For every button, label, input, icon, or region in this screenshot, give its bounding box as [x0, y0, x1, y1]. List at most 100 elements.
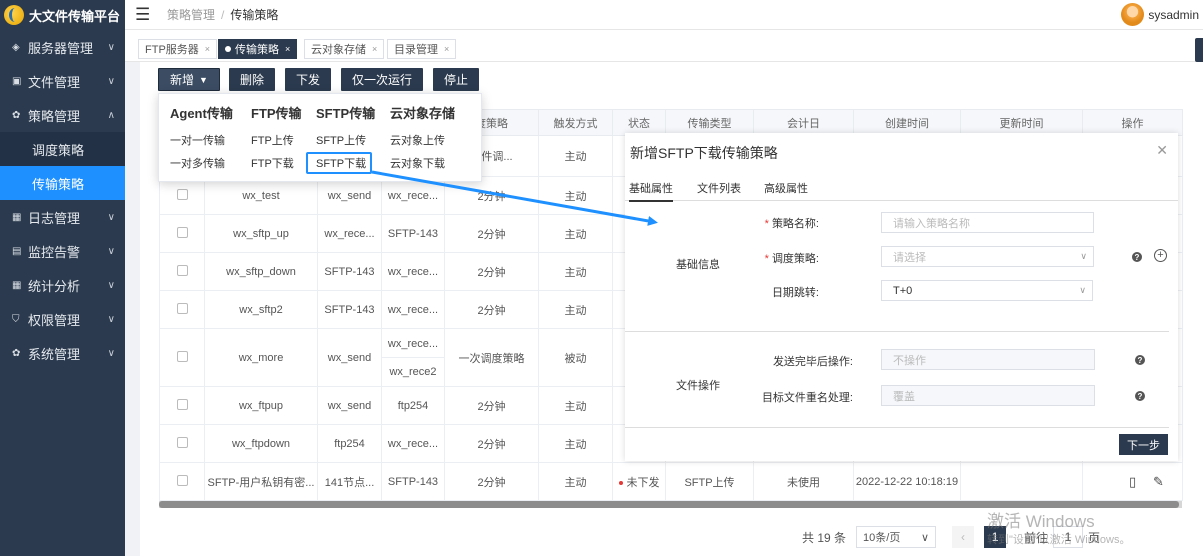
row-select[interactable]: [159, 386, 205, 425]
dropdown-column-title: FTP传输: [251, 106, 302, 121]
close-icon[interactable]: ✕: [1156, 142, 1168, 159]
sidebar-item-logs[interactable]: ▦ 日志管理 ∨: [0, 200, 125, 234]
help-icon[interactable]: ?: [1135, 355, 1145, 365]
menu-item-ftp-upload[interactable]: FTP上传: [251, 132, 294, 148]
breadcrumb-item[interactable]: 策略管理: [167, 8, 215, 22]
row-checkbox[interactable]: [176, 474, 188, 486]
next-step-button[interactable]: 下一步: [1119, 434, 1168, 455]
sidebar-item-permission[interactable]: ⛉ 权限管理 ∨: [0, 302, 125, 336]
cell: wx_send: [317, 176, 382, 215]
row-checkbox[interactable]: [176, 436, 188, 448]
horizontal-scrollbar[interactable]: [159, 501, 1182, 508]
tab-advanced-properties[interactable]: 高级属性: [764, 180, 808, 196]
delete-button[interactable]: 删除: [228, 68, 275, 91]
close-icon[interactable]: ×: [285, 44, 290, 54]
chevron-down-icon: ∨: [1080, 251, 1087, 261]
row-checkbox[interactable]: [176, 188, 188, 200]
detail-icon[interactable]: ▯: [1129, 474, 1136, 490]
cell: 被动: [538, 328, 613, 387]
hamburger-icon[interactable]: ☰: [135, 6, 151, 23]
new-button[interactable]: 新增 ▼: [158, 68, 220, 91]
close-icon[interactable]: ×: [444, 44, 449, 54]
side-handle[interactable]: [1195, 38, 1203, 62]
row-select[interactable]: [159, 462, 205, 501]
tab-basic-properties[interactable]: 基础属性: [629, 180, 673, 202]
menu-item-one-to-one[interactable]: 一对一传输: [170, 132, 225, 148]
row-select[interactable]: [159, 252, 205, 291]
schedule-policy-label: * 调度策略:: [689, 250, 819, 266]
required-mark: *: [764, 253, 769, 265]
add-icon[interactable]: +: [1154, 249, 1167, 262]
menu-item-cloud-upload[interactable]: 云对象上传: [390, 132, 445, 148]
row-select[interactable]: [159, 424, 205, 463]
menu-item-ftp-download[interactable]: FTP下载: [251, 155, 294, 171]
logo-icon: [4, 5, 24, 25]
row-select[interactable]: [159, 176, 205, 215]
cell: wx_rece...: [381, 176, 445, 215]
row-select[interactable]: [159, 290, 205, 329]
dropdown-column-title: SFTP传输: [316, 106, 376, 121]
tab-ftp-server[interactable]: FTP服务器 ×: [138, 39, 218, 59]
watermark-line: 激活 Windows: [987, 512, 1095, 531]
after-send-select[interactable]: 不操作: [881, 349, 1095, 370]
row-select[interactable]: [159, 328, 205, 387]
status-text: 未下发: [626, 476, 660, 489]
row-checkbox[interactable]: [176, 302, 188, 314]
sidebar-item-server[interactable]: ◈ 服务器管理 ∨: [0, 30, 125, 64]
prev-page-button[interactable]: ‹: [952, 526, 975, 548]
tab-cloud-storage[interactable]: 云对象存储 ×: [304, 39, 385, 59]
grid-icon: ▦: [12, 211, 22, 223]
row-checkbox[interactable]: [176, 350, 188, 362]
user-menu[interactable]: sysadmin: [1121, 3, 1199, 26]
help-icon[interactable]: ?: [1132, 252, 1142, 262]
cell: wx_sftp_down: [204, 252, 318, 291]
app-logo[interactable]: 大文件传输平台: [0, 0, 125, 30]
chevron-down-icon: ∨: [107, 279, 115, 291]
app-title: 大文件传输平台: [29, 8, 121, 24]
cell: wx_ftpup: [204, 386, 318, 425]
label-text: 目标文件重名处理:: [761, 392, 853, 404]
dropdown-column-title: Agent传输: [170, 106, 233, 121]
row-select[interactable]: [159, 214, 205, 253]
menu-item-sftp-upload[interactable]: SFTP上传: [316, 132, 366, 148]
stop-button[interactable]: 停止: [432, 68, 479, 91]
schedule-policy-select[interactable]: 请选择 ∨: [881, 246, 1094, 267]
scrollbar-thumb[interactable]: [159, 501, 1179, 508]
tab-file-list[interactable]: 文件列表: [697, 180, 741, 196]
policy-name-input[interactable]: 请输入策略名称: [881, 212, 1094, 233]
sidebar-subitem-transfer[interactable]: 传输策略: [0, 166, 125, 200]
sidebar-item-files[interactable]: ▣ 文件管理 ∨: [0, 64, 125, 98]
sidebar-item-system[interactable]: ✿ 系统管理 ∨: [0, 336, 125, 370]
stop-button-label: 停止: [443, 73, 468, 87]
chevron-down-icon: ▼: [199, 74, 208, 85]
cell: 主动: [538, 135, 613, 177]
date-jump-select[interactable]: T+0 ∨: [881, 280, 1093, 301]
rename-handling-select[interactable]: 覆盖: [881, 385, 1095, 406]
close-icon[interactable]: ×: [372, 44, 377, 54]
help-icon[interactable]: ?: [1135, 391, 1145, 401]
row-checkbox[interactable]: [176, 264, 188, 276]
row-checkbox[interactable]: [176, 398, 188, 410]
menu-item-one-to-many[interactable]: 一对多传输: [170, 155, 225, 171]
run-once-button[interactable]: 仅一次运行: [340, 68, 423, 91]
row-checkbox[interactable]: [176, 226, 188, 238]
page-size-select[interactable]: 10条/页 ∨: [856, 526, 937, 548]
tab-directory[interactable]: 目录管理 ×: [387, 39, 457, 59]
table-row[interactable]: SFTP-用户私钥有密... 141节点... SFTP-143 2分钟 主动 …: [159, 462, 1183, 501]
dispatch-button[interactable]: 下发: [284, 68, 331, 91]
breadcrumb-current: 传输策略: [230, 8, 279, 22]
sidebar-subitem-schedule[interactable]: 调度策略: [0, 132, 125, 166]
cell: wx_send: [317, 328, 382, 387]
edit-icon[interactable]: ✎: [1153, 474, 1164, 490]
menu-item-cloud-download[interactable]: 云对象下载: [390, 155, 445, 171]
sidebar-item-stats[interactable]: ▦ 统计分析 ∨: [0, 268, 125, 302]
sidebar-item-label: 权限管理: [28, 312, 81, 328]
cell: SFTP-143: [317, 290, 382, 329]
after-send-label: 发送完毕后操作:: [723, 353, 853, 369]
close-icon[interactable]: ×: [205, 44, 210, 54]
sidebar-item-monitor[interactable]: ▤ 监控告警 ∨: [0, 234, 125, 268]
tab-label: 云对象存储: [311, 44, 366, 56]
tab-transfer-policy[interactable]: 传输策略 ×: [218, 39, 298, 59]
sidebar-item-policy[interactable]: ✿ 策略管理 ∧: [0, 98, 125, 132]
sidebar-item-label: 传输策略: [32, 176, 85, 192]
